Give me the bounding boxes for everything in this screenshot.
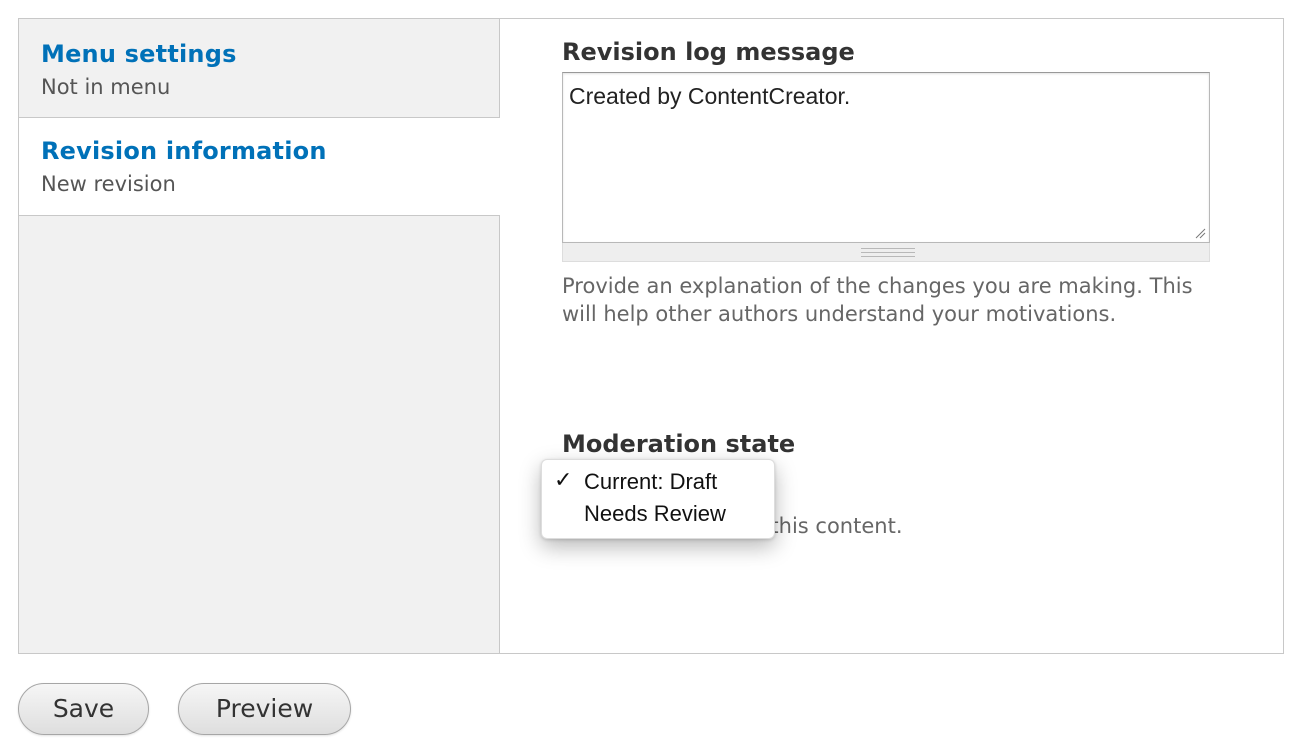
revision-log-label: Revision log message	[562, 38, 855, 66]
checkmark-icon: ✓	[554, 468, 573, 493]
dropdown-option-current-draft[interactable]: Current: Draft	[584, 469, 717, 495]
tab-revision-information-title[interactable]: Revision information	[41, 137, 327, 165]
revision-log-textarea[interactable]: Created by ContentCreator.	[562, 72, 1210, 243]
tab-menu-settings-title[interactable]: Menu settings	[41, 40, 237, 68]
tab-revision-information[interactable]: Revision information New revision	[19, 118, 500, 216]
revision-log-field: Created by ContentCreator.	[562, 72, 1210, 262]
save-button[interactable]: Save	[18, 683, 149, 735]
moderation-state-label: Moderation state	[562, 430, 796, 458]
resize-handle-icon[interactable]	[1194, 227, 1206, 239]
textarea-grippie[interactable]	[562, 243, 1210, 262]
tab-menu-settings[interactable]: Menu settings Not in menu	[19, 19, 499, 118]
tab-menu-settings-summary: Not in menu	[41, 75, 171, 99]
vertical-tabs-menu: Menu settings Not in menu Revision infor…	[19, 19, 500, 653]
preview-button[interactable]: Preview	[178, 683, 351, 735]
tab-revision-information-summary: New revision	[41, 172, 176, 196]
moderation-state-dropdown[interactable]: ✓ Current: Draft Needs Review	[541, 459, 775, 539]
dropdown-option-needs-review[interactable]: Needs Review	[584, 501, 726, 527]
grippie-lines-icon	[861, 248, 915, 257]
revision-log-description: Provide an explanation of the changes yo…	[562, 274, 1193, 326]
